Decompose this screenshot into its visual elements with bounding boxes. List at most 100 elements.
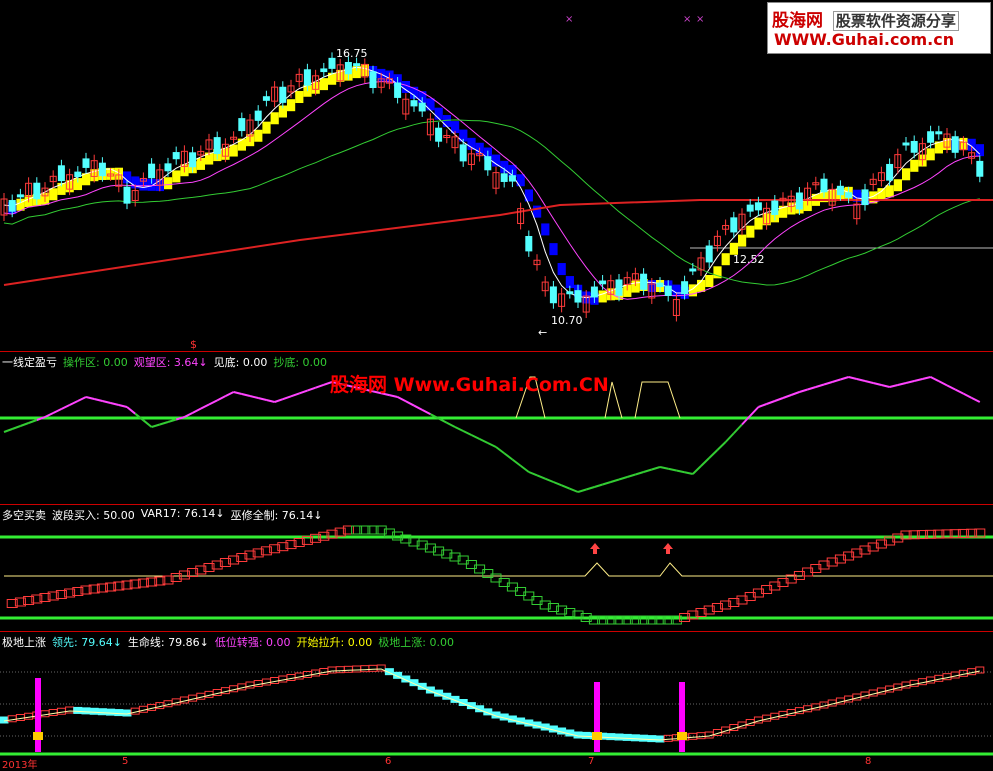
candle-body <box>549 286 557 304</box>
oscillator-segment <box>618 476 628 481</box>
oscillator-segment <box>651 466 661 471</box>
top-marker: × <box>565 14 573 25</box>
momentum-bar <box>327 666 337 674</box>
oscillator-segment <box>635 471 644 476</box>
oscillator-segment <box>511 458 522 467</box>
oscillator-segment <box>462 430 472 436</box>
trend-band-segment <box>541 223 550 236</box>
panel2-header: 多空买卖 波段买入: 50.00 VAR17: 76.14↓ 巫修全制: 76.14… <box>2 507 323 523</box>
pole-marker <box>677 732 687 740</box>
oscillator-segment <box>519 464 530 473</box>
candle-body <box>33 182 41 200</box>
candle-body <box>681 281 689 295</box>
candle-body <box>689 268 697 272</box>
trend-band-segment <box>287 99 296 112</box>
candle-body <box>861 189 869 206</box>
candle-body <box>16 194 24 198</box>
trend-band-segment <box>426 98 435 111</box>
oscillator-segment <box>831 378 841 383</box>
candle-body <box>410 100 418 107</box>
candle-body <box>279 86 287 103</box>
candle-body <box>754 202 762 211</box>
oscillator-segment <box>643 468 653 473</box>
x-axis-label-jun: 6 <box>385 756 392 767</box>
trend-band-segment <box>910 159 919 172</box>
watermark-slogan: 股票软件资源分享 <box>832 11 959 31</box>
x-axis-label-may: 5 <box>122 756 129 767</box>
oscillator-segment <box>118 404 128 408</box>
panel2-title: 多空买卖 <box>2 509 46 522</box>
oscillator-segment <box>249 395 259 399</box>
oscillator-segment <box>290 392 300 398</box>
panel1-header: 一线定盈亏 操作区: 0.00 观望区: 3.64↓ 见底: 0.00 抄底: 0.0… <box>2 354 327 370</box>
oscillator-segment <box>840 376 849 381</box>
oscillator-segment <box>85 396 95 400</box>
momentum-bar <box>40 710 50 718</box>
oscillator-segment <box>790 391 800 396</box>
oscillator-segment <box>241 393 251 397</box>
panel2-value-0: 波段买入: 50.00 <box>52 509 135 522</box>
oscillator-segment <box>881 384 890 388</box>
oscillator-segment <box>807 386 817 391</box>
oscillator-segment <box>848 376 858 380</box>
momentum-bar <box>89 707 99 715</box>
momentum-bar <box>7 715 17 723</box>
trend-band-segment <box>877 188 886 201</box>
oscillator-segment <box>208 399 218 406</box>
oscillator-segment <box>864 380 874 384</box>
momentum-bar <box>97 708 107 716</box>
candle-body <box>836 185 844 196</box>
candle-body <box>910 140 918 153</box>
trend-band-segment <box>721 253 730 266</box>
momentum-bar <box>343 665 353 673</box>
oscillator-segment <box>454 426 464 432</box>
panel3-title: 极地上涨 <box>2 636 46 649</box>
trend-band-segment <box>926 148 935 161</box>
trend-band-segment <box>237 138 246 151</box>
candle-body <box>57 165 65 182</box>
oscillator-segment <box>495 446 505 455</box>
oscillator-segment <box>257 397 267 401</box>
level-price-label: 12.52 <box>733 253 765 266</box>
momentum-bar <box>15 714 25 721</box>
momentum-bar <box>360 665 370 673</box>
panel3-header: 极地上涨 领先: 79.64↓ 生命线: 79.86↓ 低位转强: 0.00 开始拉升… <box>2 634 454 650</box>
oscillator-segment <box>536 474 546 480</box>
panel3-value-3: 开始拉升: 0.00 <box>296 636 373 649</box>
oscillator-segment <box>397 396 407 403</box>
oscillator-segment <box>126 406 136 415</box>
candle-body <box>615 279 623 296</box>
candle-body <box>886 163 894 181</box>
candle-body <box>976 160 984 177</box>
pole-signal <box>679 682 685 752</box>
candle-body <box>508 175 516 182</box>
indicator-panel-3[interactable] <box>0 632 993 758</box>
oscillator-segment <box>872 382 882 386</box>
panel1-title: 一线定盈亏 <box>2 356 57 369</box>
candle-body <box>771 200 779 216</box>
oscillator-segment <box>446 421 456 428</box>
oscillator-segment <box>183 411 194 418</box>
oscillator-segment <box>315 383 325 389</box>
candle-body <box>500 173 508 182</box>
momentum-bar <box>975 666 985 674</box>
oscillator-segment <box>167 418 177 423</box>
oscillator-segment <box>11 425 21 430</box>
oscillator-segment <box>298 389 308 395</box>
indicator-panel-2[interactable] <box>0 505 993 632</box>
up-arrow-icon <box>663 543 673 554</box>
trend-band-segment <box>975 144 984 157</box>
trend-band-segment <box>229 144 238 157</box>
oscillator-segment <box>610 478 620 483</box>
candle-body <box>845 192 853 198</box>
candle-body <box>303 69 311 86</box>
candle-body <box>525 236 533 252</box>
oscillator-segment <box>602 481 612 486</box>
oscillator-segment <box>724 432 735 443</box>
panel3-value-0: 领先: 79.64↓ <box>52 636 122 649</box>
oscillator-segment <box>774 397 784 402</box>
momentum-bar <box>352 665 362 673</box>
trend-band-segment <box>885 185 894 198</box>
oscillator-segment <box>626 473 636 478</box>
oscillator-segment <box>282 395 292 401</box>
